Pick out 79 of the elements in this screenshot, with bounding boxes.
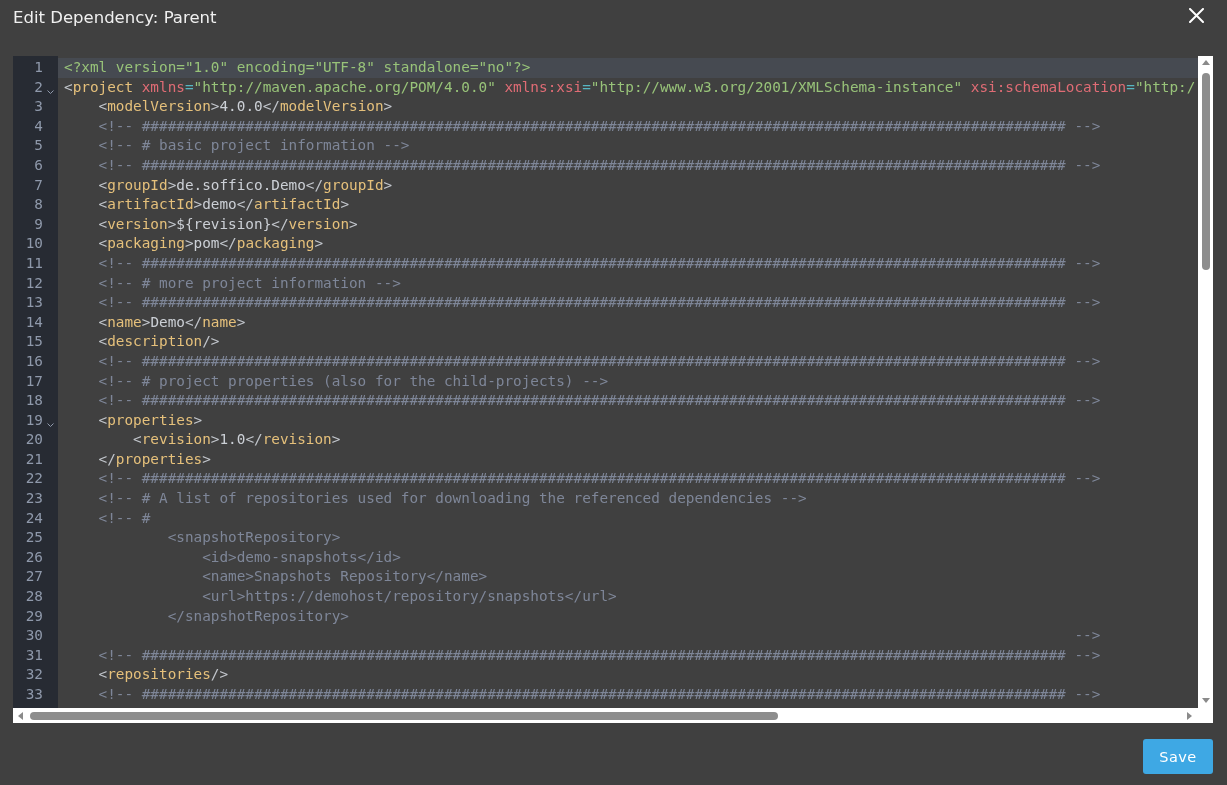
line-number: 4 <box>34 116 43 136</box>
line-number: 26 <box>25 547 43 567</box>
line-number: 3 <box>34 97 43 117</box>
chevron-down-icon[interactable] <box>47 90 54 95</box>
code-line: <!-- ########################################################################################################### --> <box>98 469 1101 489</box>
code-line: <!-- ########################################################################################################### --> <box>98 685 1101 704</box>
line-number: 23 <box>25 489 43 509</box>
code-line: <!-- # basic project information --> <box>98 136 410 156</box>
line-number: 21 <box>25 449 43 469</box>
line-number: 16 <box>25 351 43 371</box>
code-line: <version>${revision}</version> <box>98 214 358 234</box>
line-number: 29 <box>25 606 43 626</box>
line-number: 17 <box>25 371 43 391</box>
line-number: 15 <box>25 332 43 352</box>
code-line: <!-- # more project information --> <box>98 273 401 293</box>
code-line: <!-- # project properties (also for the child-projects) --> <box>98 371 609 391</box>
code-line: </snapshotRepository> <box>167 606 349 626</box>
scroll-thumb[interactable] <box>30 711 778 720</box>
arrow-right-icon[interactable] <box>1187 711 1192 720</box>
line-number: 12 <box>25 273 43 293</box>
arrow-down-icon[interactable] <box>1201 698 1210 703</box>
line-number: 19 <box>25 410 43 430</box>
code-line: <revision>1.0</revision> <box>133 430 341 450</box>
code-line: <id>demo-snapshots</id> <box>202 547 401 567</box>
line-number: 10 <box>25 234 43 254</box>
vertical-scrollbar[interactable] <box>1198 56 1213 708</box>
line-number: 22 <box>25 469 43 489</box>
code-line: <repositories/> <box>98 665 229 685</box>
line-number: 6 <box>34 155 43 175</box>
line-number: 27 <box>25 567 43 587</box>
code-line: <snapshotRepository> <box>167 528 341 548</box>
line-number: 1 <box>34 58 43 77</box>
line-number: 20 <box>25 430 43 450</box>
code-line: <name>Snapshots Repository</name> <box>202 567 488 587</box>
line-number: 33 <box>25 685 43 704</box>
code-line: <!-- ########################################################################################################### --> <box>98 645 1101 665</box>
code-line: <!-- ########################################################################################################### --> <box>98 293 1101 313</box>
chevron-down-icon[interactable] <box>47 423 54 428</box>
code-line: <!-- ########################################################################################################### --> <box>98 253 1101 273</box>
code-line: <artifactId>demo</artifactId> <box>98 195 349 215</box>
line-number: 32 <box>25 665 43 685</box>
line-number: 31 <box>25 645 43 665</box>
save-button[interactable]: Save <box>1143 739 1213 774</box>
line-number: 11 <box>25 253 43 273</box>
line-number: 14 <box>25 312 43 332</box>
line-number: 8 <box>34 195 43 215</box>
line-number: 7 <box>34 175 43 195</box>
code-line: <modelVersion>4.0.0</modelVersion> <box>98 97 393 117</box>
code-line: <!-- ########################################################################################################### --> <box>98 391 1101 411</box>
line-number: 28 <box>25 587 43 607</box>
line-number: 2 <box>34 77 43 97</box>
code-line: <!-- # <box>98 508 151 528</box>
code-line: <!-- ########################################################################################################### --> <box>98 155 1101 175</box>
code-line: <name>Demo</name> <box>98 312 246 332</box>
code-line: <!-- ########################################################################################################### --> <box>98 351 1101 371</box>
code-line: --> <box>1074 626 1101 646</box>
line-number: 25 <box>25 528 43 548</box>
code-line: <groupId>de.soffico.Demo</groupId> <box>98 175 393 195</box>
code-line: <properties> <box>98 410 203 430</box>
dialog-title: Edit Dependency: Parent <box>13 7 217 29</box>
scroll-thumb[interactable] <box>1201 73 1210 270</box>
line-number: 30 <box>25 626 43 646</box>
line-number: 5 <box>34 136 43 156</box>
code-line: </properties> <box>98 449 211 469</box>
line-number: 9 <box>34 214 43 234</box>
horizontal-scrollbar[interactable] <box>13 708 1198 723</box>
arrow-up-icon[interactable] <box>1201 60 1210 65</box>
line-number: 18 <box>25 391 43 411</box>
code-line: <?xml version="1.0" encoding="UTF-8" standalone="no"?> <box>64 58 531 77</box>
line-number: 24 <box>25 508 43 528</box>
code-line: <!-- # A list of repositories used for downloading the referenced dependencies --> <box>98 489 807 509</box>
arrow-left-icon[interactable] <box>18 711 23 720</box>
line-number: 13 <box>25 293 43 313</box>
code-line: <!-- ########################################################################################################### --> <box>98 116 1101 136</box>
code-line: <url>https://demohost/repository/snapshots</url> <box>202 587 617 607</box>
code-line: <project xmlns="http://maven.apache.org/POM/4.0.0" xmlns:xsi="http://www.w3.org/2001/XMLSchema-instance" xsi:schemaLocation="http:/ <box>64 77 1196 97</box>
close-icon[interactable] <box>1189 8 1204 23</box>
code-line: <packaging>pom</packaging> <box>98 234 324 254</box>
code-line: <description/> <box>98 332 220 352</box>
